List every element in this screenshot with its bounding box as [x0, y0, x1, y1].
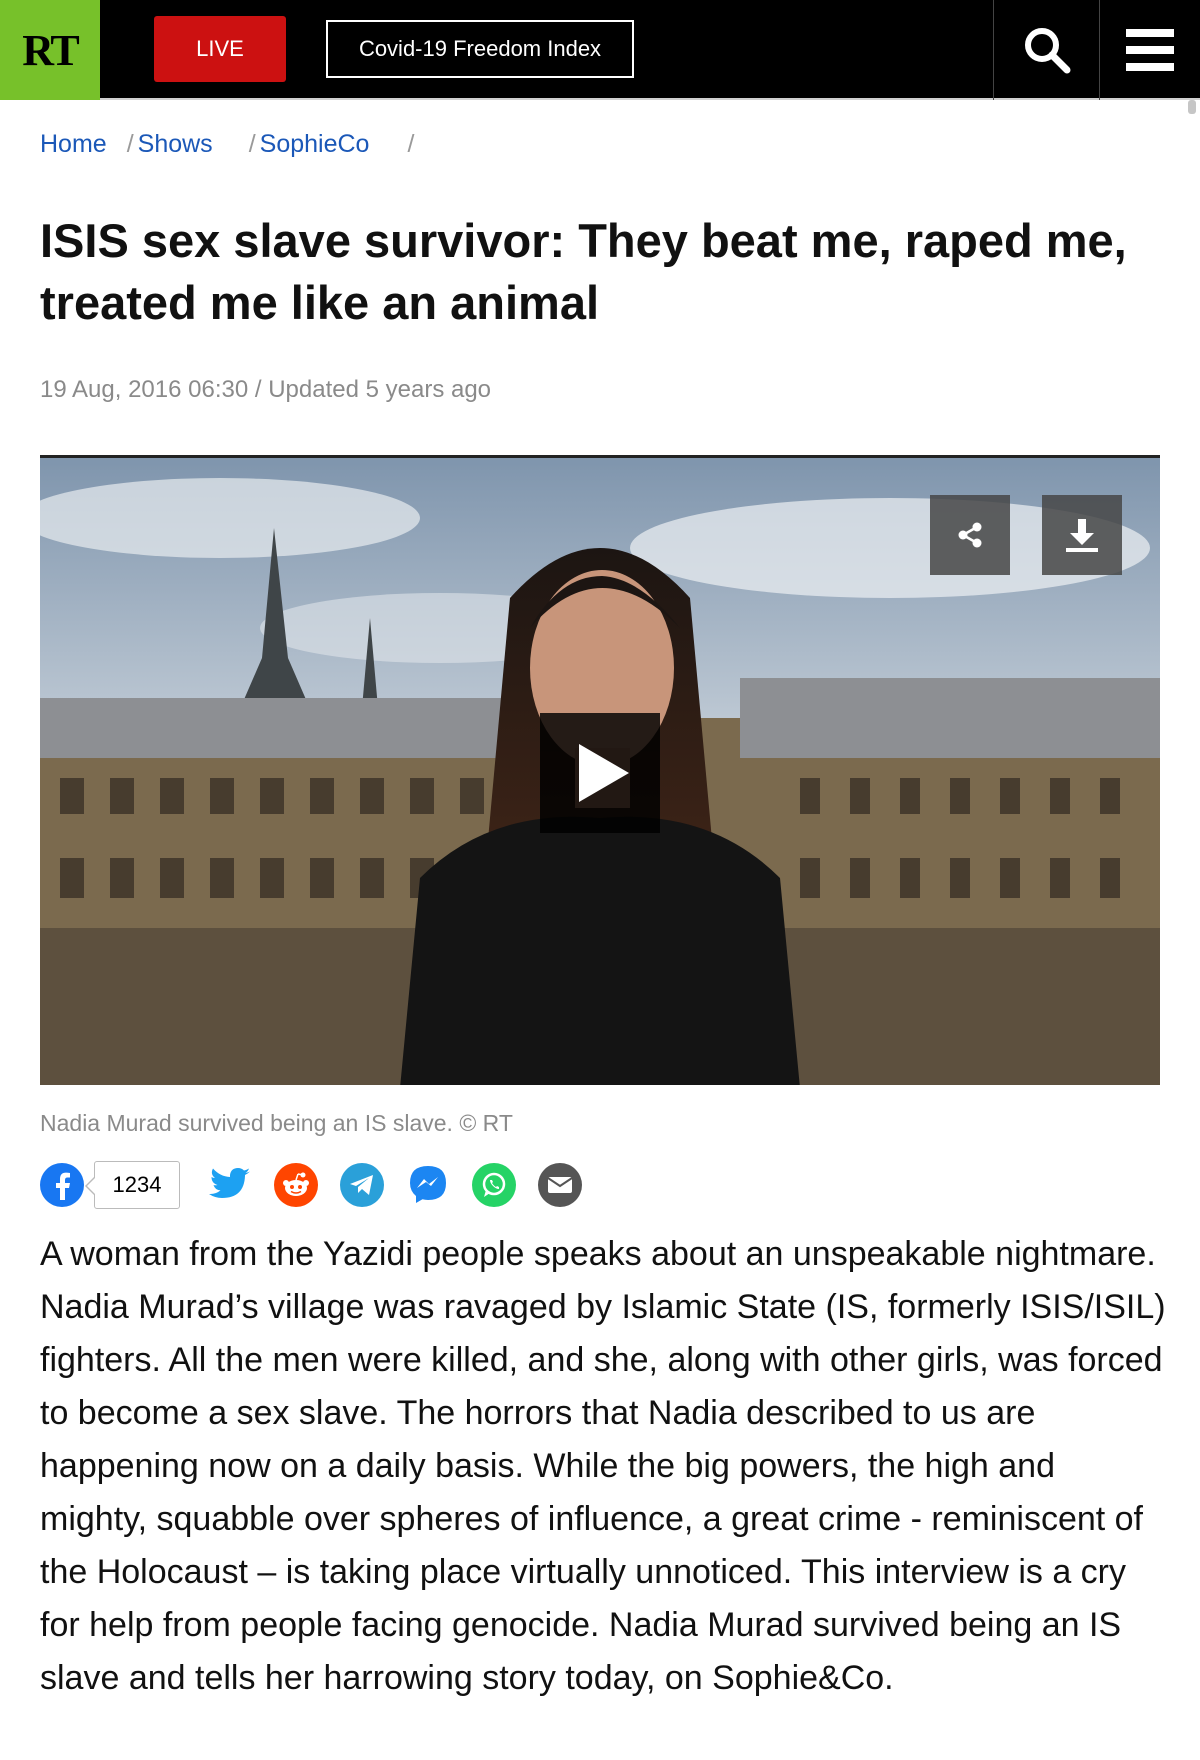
scrollbar-thumb[interactable]	[1188, 100, 1196, 114]
article-date: 19 Aug, 2016 06:30	[40, 376, 249, 403]
telegram-icon	[350, 1175, 373, 1195]
search-icon	[1024, 28, 1070, 74]
rt-logo[interactable]: RT	[0, 0, 100, 100]
breadcrumb-separator: /	[126, 130, 134, 158]
whatsapp-share-button[interactable]	[472, 1163, 516, 1207]
breadcrumb-sophieco[interactable]: SophieCo	[260, 130, 370, 159]
video-caption: Nadia Murad survived being an IS slave. …	[40, 1110, 513, 1136]
menu-button[interactable]	[1099, 0, 1200, 100]
top-navigation-bar: RT LIVE Covid-19 Freedom Index	[0, 0, 1200, 100]
reddit-share-button[interactable]	[274, 1163, 318, 1207]
breadcrumb-shows[interactable]: Shows	[138, 130, 213, 159]
email-share-button[interactable]	[538, 1163, 582, 1207]
play-icon	[579, 744, 629, 802]
article-dateline: 19 Aug, 2016 06:30 / Updated 5 years ago	[40, 376, 491, 404]
download-icon	[1066, 519, 1098, 552]
social-share-bar: 1234	[40, 1160, 604, 1210]
messenger-share-button[interactable]	[406, 1163, 450, 1207]
live-button[interactable]: LIVE	[154, 16, 286, 82]
email-icon	[547, 1177, 573, 1193]
facebook-share-count: 1234	[85, 1161, 180, 1209]
hamburger-menu-icon	[1126, 29, 1174, 71]
search-button[interactable]	[993, 0, 1099, 100]
video-download-button[interactable]	[1042, 495, 1122, 575]
article-body: A woman from the Yazidi people speaks ab…	[40, 1235, 1166, 1697]
breadcrumb-home[interactable]: Home	[40, 130, 107, 159]
covid-freedom-index-button[interactable]: Covid-19 Freedom Index	[326, 20, 634, 78]
breadcrumb: Home / Shows / SophieCo /	[40, 130, 418, 159]
telegram-share-button[interactable]	[340, 1163, 384, 1207]
share-icon	[958, 522, 982, 548]
reddit-icon	[283, 1172, 309, 1196]
article-updated: / Updated 5 years ago	[254, 376, 492, 403]
breadcrumb-separator: /	[407, 130, 415, 158]
twitter-share-button[interactable]	[208, 1163, 252, 1207]
messenger-icon	[410, 1166, 446, 1203]
twitter-icon	[209, 1168, 250, 1198]
video-player[interactable]	[40, 455, 1160, 1085]
video-share-button[interactable]	[930, 495, 1010, 575]
whatsapp-icon	[482, 1172, 506, 1197]
logo-text: RT	[22, 25, 80, 75]
article-title: ISIS sex slave survivor: They beat me, r…	[40, 214, 1127, 329]
facebook-icon	[56, 1172, 70, 1200]
video-play-button[interactable]	[540, 713, 660, 833]
breadcrumb-separator: /	[248, 130, 256, 158]
facebook-share-button[interactable]	[40, 1163, 84, 1207]
